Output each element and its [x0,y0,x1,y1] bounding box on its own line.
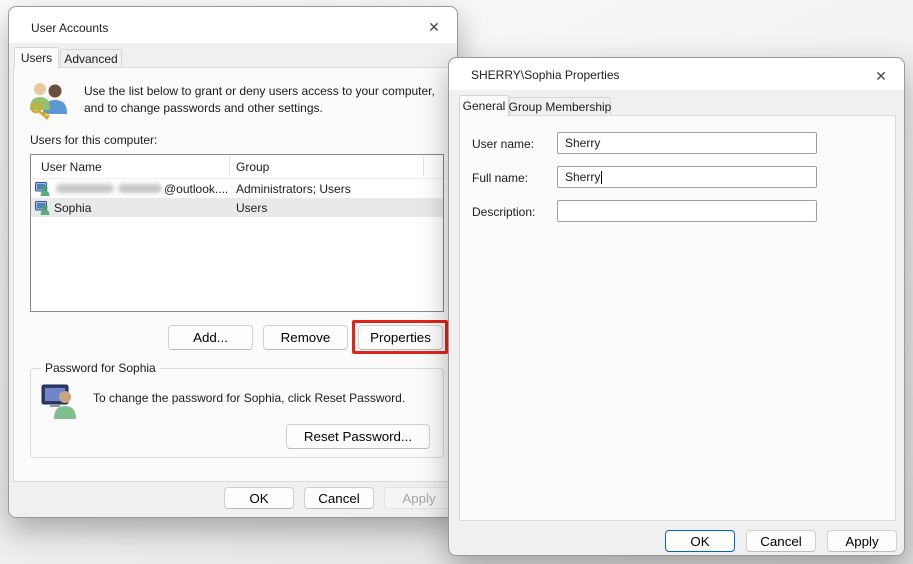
column-header-group[interactable]: Group [236,155,269,178]
tab-advanced[interactable]: Advanced [60,49,122,68]
add-button[interactable]: Add... [168,325,253,350]
column-divider[interactable] [229,157,230,176]
users-list-header: User Name Group [31,155,443,179]
group-cell: Users [236,201,267,215]
user-accounts-users-icon [28,80,70,125]
remove-button[interactable]: Remove [263,325,348,350]
apply-button[interactable]: Apply [827,530,897,552]
full-name-field[interactable]: Sherry [557,166,817,188]
redacted-username-blur [56,184,114,193]
column-divider[interactable] [423,157,424,176]
tab-users-label: Users [21,51,52,65]
user-name-value: Sherry [565,136,600,150]
password-group-box: Password for Sophia To change the passwo… [30,368,444,458]
password-group-legend: Password for Sophia [41,361,160,375]
close-icon[interactable]: ✕ [421,16,447,38]
tab-users[interactable]: Users [14,47,59,68]
redacted-username-blur [118,184,162,193]
tab-group-membership-label: Group Membership [509,100,612,114]
description-field[interactable] [557,200,817,222]
cancel-button[interactable]: Cancel [304,487,374,509]
user-accounts-dialog: User Accounts ✕ Users Advanced [8,6,458,518]
users-list-label: Users for this computer: [30,133,157,147]
users-tab-page: Use the list below to grant or deny user… [13,67,455,482]
user-accounts-titlebar[interactable]: User Accounts ✕ [9,7,457,43]
tab-general[interactable]: General [459,95,509,116]
full-name-value: Sherry [565,170,600,184]
cancel-button[interactable]: Cancel [746,530,816,552]
user-name-label: User name: [472,137,534,151]
user-accounts-title: User Accounts [31,21,108,35]
password-user-icon [41,381,79,422]
users-intro-text: Use the list below to grant or deny user… [84,83,446,117]
column-header-user-name[interactable]: User Name [31,155,236,178]
username-cell: Sophia [54,201,91,215]
tab-advanced-label: Advanced [64,52,117,66]
user-row-sophia[interactable]: Sophia Users [31,198,443,217]
ok-button[interactable]: OK [224,487,294,509]
username-suffix: @outlook.... [164,182,228,196]
user-account-icon [35,181,50,196]
user-row-outlook[interactable]: @outlook.... Administrators; Users [31,179,443,198]
description-label: Description: [472,205,535,219]
desktop-background: User Accounts ✕ Users Advanced [0,0,913,564]
full-name-label: Full name: [472,171,528,185]
group-cell: Administrators; Users [236,182,351,196]
user-account-icon [35,200,50,215]
reset-password-button[interactable]: Reset Password... [286,424,430,449]
text-caret [601,171,602,184]
ok-button[interactable]: OK [665,530,735,552]
tab-group-membership[interactable]: Group Membership [509,97,611,116]
properties-title: SHERRY\Sophia Properties [471,68,620,82]
tab-general-label: General [463,99,506,113]
properties-titlebar[interactable]: SHERRY\Sophia Properties ✕ [449,58,904,90]
close-icon[interactable]: ✕ [868,65,894,87]
apply-button[interactable]: Apply [384,487,454,509]
properties-button[interactable]: Properties [358,325,443,350]
password-help-text: To change the password for Sophia, click… [93,391,405,405]
general-tab-page: User name: Sherry Full name: Sherry Desc… [459,115,896,521]
users-list[interactable]: User Name Group [30,154,444,312]
user-name-field[interactable]: Sherry [557,132,817,154]
sophia-properties-dialog: SHERRY\Sophia Properties ✕ General Group… [448,57,905,556]
